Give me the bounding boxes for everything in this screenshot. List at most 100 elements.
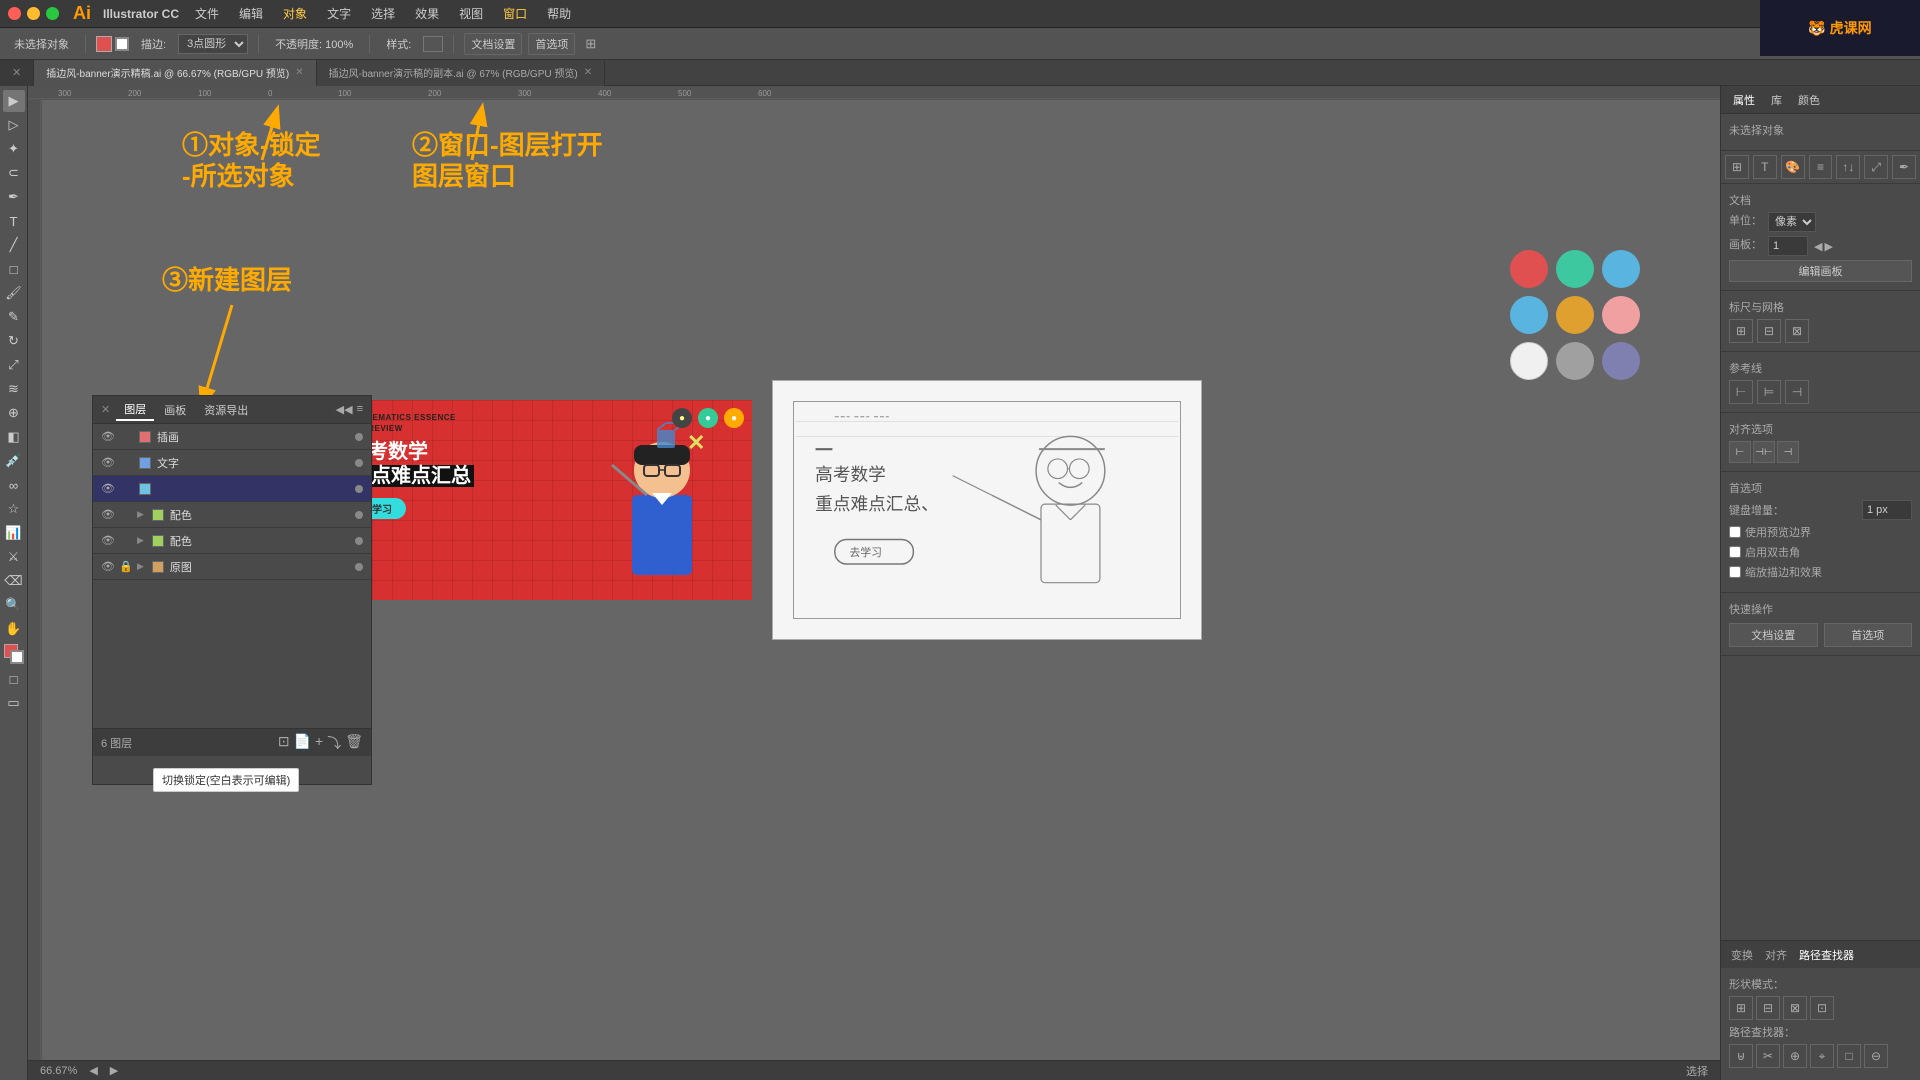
swatch-gray[interactable] xyxy=(1556,342,1594,380)
tab-document-2[interactable]: 插边风-banner演示稿的副本.ai @ 67% (RGB/GPU 预览) ✕ xyxy=(317,60,605,86)
swatch-white[interactable] xyxy=(1510,342,1548,380)
keyboard-value[interactable] xyxy=(1862,500,1912,520)
right-icon-3[interactable]: 🎨 xyxy=(1781,155,1805,179)
bottom-tab-pathfinder[interactable]: 路径查找器 xyxy=(1795,945,1858,965)
eye-icon-editing[interactable]: 👁 xyxy=(101,482,115,495)
expand-icon-yuantu[interactable]: ▶ xyxy=(137,561,144,572)
bottom-tab-align[interactable]: 对齐 xyxy=(1761,945,1791,965)
unit-select[interactable]: 像素 xyxy=(1768,212,1816,232)
fullscreen-button[interactable] xyxy=(46,7,59,20)
right-icon-2[interactable]: T xyxy=(1753,155,1777,179)
canvas-area[interactable]: 300 200 100 0 100 200 300 400 500 600 xyxy=(28,86,1720,1080)
rotate-tool[interactable]: ↻ xyxy=(3,330,25,352)
expand-icon-peise2[interactable]: ▶ xyxy=(137,535,144,546)
tab-artboards[interactable]: 画板 xyxy=(156,400,194,420)
delete-layer[interactable]: 🗑 xyxy=(345,733,363,753)
scale-tool[interactable]: ⤢ xyxy=(3,354,25,376)
gradient-tool[interactable]: ◧ xyxy=(3,426,25,448)
swatch-cyan[interactable] xyxy=(1510,296,1548,334)
double-click-check[interactable] xyxy=(1729,546,1741,558)
hand-tool[interactable]: ✋ xyxy=(3,618,25,640)
pencil-tool[interactable]: ✎ xyxy=(3,306,25,328)
blend-tool[interactable]: ∞ xyxy=(3,474,25,496)
eye-icon-peise1[interactable]: 👁 xyxy=(101,508,115,521)
slice-tool[interactable]: ⚔ xyxy=(3,546,25,568)
right-icon-5[interactable]: ↑↓ xyxy=(1836,155,1860,179)
shape-unite[interactable]: ⊞ xyxy=(1729,996,1753,1020)
stroke-select[interactable]: 3点圆形 xyxy=(178,34,248,54)
right-tab-library[interactable]: 库 xyxy=(1767,90,1786,110)
preview-bounds-check[interactable] xyxy=(1729,526,1741,538)
move-to-layer[interactable]: ⤵ xyxy=(327,733,341,753)
select-tool[interactable]: ▶ xyxy=(3,90,25,112)
make-clipping-mask[interactable]: ⊡ xyxy=(278,733,290,753)
qa-doc-settings[interactable]: 文档设置 xyxy=(1729,623,1818,647)
artboard-count[interactable] xyxy=(1768,236,1808,256)
symbol-tool[interactable]: ☆ xyxy=(3,498,25,520)
layer-row-editing[interactable]: 👁 xyxy=(93,476,371,502)
menu-window[interactable]: 窗口 xyxy=(495,5,535,22)
menu-file[interactable]: 文件 xyxy=(187,5,227,22)
layer-row-yuantu[interactable]: 👁 🔒 ▶ 原图 xyxy=(93,554,371,580)
shape-minus[interactable]: ⊟ xyxy=(1756,996,1780,1020)
pf-outline[interactable]: □ xyxy=(1837,1044,1861,1068)
red-banner-artboard[interactable]: MATHEMATICS ESSENCE THE REVIEW 高考数学 重点难点… xyxy=(332,400,752,600)
lock-icon-yuantu[interactable]: 🔒 xyxy=(119,560,133,573)
rect-tool[interactable]: □ xyxy=(3,258,25,280)
right-icon-7[interactable]: ✒ xyxy=(1892,155,1916,179)
zoom-tool[interactable]: 🔍 xyxy=(3,594,25,616)
guide-icon-1[interactable]: ⊢ xyxy=(1729,380,1753,404)
screen-mode[interactable]: ▭ xyxy=(3,692,25,714)
tab-asset-export[interactable]: 资源导出 xyxy=(196,400,256,420)
line-tool[interactable]: ╱ xyxy=(3,234,25,256)
artboard-prev[interactable]: ◀ xyxy=(1814,240,1822,253)
direct-select-tool[interactable]: ▷ xyxy=(3,114,25,136)
menu-help[interactable]: 帮助 xyxy=(539,5,579,22)
pf-divide[interactable]: ⊎ xyxy=(1729,1044,1753,1068)
close-button[interactable] xyxy=(8,7,21,20)
tab-close-all[interactable]: ✕ xyxy=(0,60,34,86)
preferences-btn[interactable]: 首选项 xyxy=(528,33,575,55)
zoom-level[interactable]: 66.67% xyxy=(40,1065,77,1077)
doc-settings-btn[interactable]: 文档设置 xyxy=(464,33,522,55)
expand-icon-peise1[interactable]: ▶ xyxy=(137,509,144,520)
layer-row-chua[interactable]: 👁 插画 xyxy=(93,424,371,450)
canvas-content[interactable]: ①对象-锁定 -所选对象 ②窗口-图层打开 图层窗口 xyxy=(42,100,1720,1050)
swatch-purple[interactable] xyxy=(1602,342,1640,380)
eyedropper-tool[interactable]: 💉 xyxy=(3,450,25,472)
stroke-color[interactable] xyxy=(115,37,129,51)
eye-icon-yuantu[interactable]: 👁 xyxy=(101,560,115,573)
right-tab-color[interactable]: 颜色 xyxy=(1794,90,1824,110)
layer-row-peise2[interactable]: 👁 ▶ 配色 xyxy=(93,528,371,554)
menu-object[interactable]: 对象 xyxy=(275,5,315,22)
layer-panel-close[interactable]: ✕ xyxy=(101,403,110,416)
paintbrush-tool[interactable]: 🖌 xyxy=(3,282,25,304)
artboard-next[interactable]: ▶ xyxy=(1824,240,1832,253)
eye-icon-peise2[interactable]: 👁 xyxy=(101,534,115,547)
swatch-blue[interactable] xyxy=(1602,250,1640,288)
right-tab-properties[interactable]: 属性 xyxy=(1729,90,1759,110)
grid-icon[interactable]: ⊟ xyxy=(1757,319,1781,343)
eraser-tool[interactable]: ⌫ xyxy=(3,570,25,592)
align-right[interactable]: ⊣ xyxy=(1777,441,1799,463)
menu-effect[interactable]: 效果 xyxy=(407,5,447,22)
tab-layers[interactable]: 图层 xyxy=(116,399,154,421)
right-icon-6[interactable]: ⤢ xyxy=(1864,155,1888,179)
menu-text[interactable]: 文字 xyxy=(319,5,359,22)
swatch-orange[interactable] xyxy=(1556,296,1594,334)
draw-mode-normal[interactable]: □ xyxy=(3,668,25,690)
collapse-icon[interactable]: ◀◀ xyxy=(336,403,353,416)
fill-stroke-indicator[interactable] xyxy=(4,644,24,664)
scale-corners-check[interactable] xyxy=(1729,566,1741,578)
pen-tool[interactable]: ✒ xyxy=(3,186,25,208)
edit-template-btn[interactable]: 编辑画板 xyxy=(1729,260,1912,282)
shape-intersect[interactable]: ⊠ xyxy=(1783,996,1807,1020)
shape-builder-tool[interactable]: ⊕ xyxy=(3,402,25,424)
guide-icon-3[interactable]: ⊣ xyxy=(1785,380,1809,404)
align-center-h[interactable]: ⊣⊢ xyxy=(1753,441,1775,463)
swatch-teal[interactable] xyxy=(1556,250,1594,288)
create-layer[interactable]: + xyxy=(315,733,323,753)
align-left[interactable]: ⊢ xyxy=(1729,441,1751,463)
type-tool[interactable]: T xyxy=(3,210,25,232)
guide-icon-2[interactable]: ⊨ xyxy=(1757,380,1781,404)
